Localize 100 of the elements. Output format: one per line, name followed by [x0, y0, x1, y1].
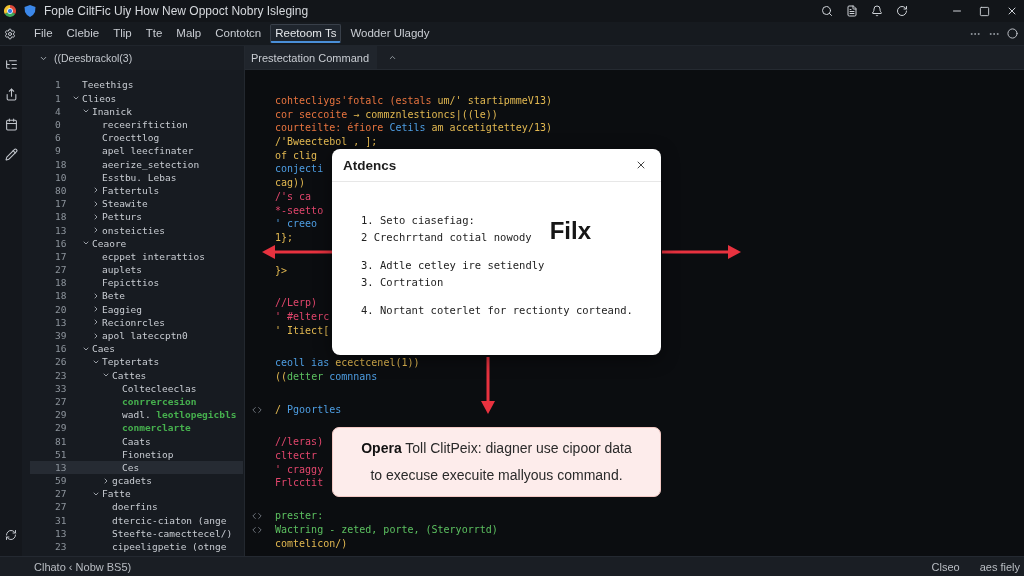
tree-item[interactable]: 0 receeriftiction: [30, 117, 243, 132]
editor-tab[interactable]: Prestectation Command: [245, 46, 377, 69]
chevron-right-icon[interactable]: [92, 186, 100, 195]
share-icon[interactable]: [4, 88, 18, 101]
refresh-icon[interactable]: [5, 529, 17, 541]
line-number: 6: [55, 132, 62, 144]
line-number: 29: [55, 409, 68, 421]
line-number: 39: [55, 330, 68, 342]
maximize-icon[interactable]: [979, 5, 990, 17]
tree-item[interactable]: 59 gcadets: [30, 474, 243, 488]
line-number: 27: [55, 264, 68, 276]
menu-item[interactable]: Malp: [171, 24, 207, 43]
search-icon[interactable]: [821, 5, 833, 17]
code-line: comtelicon/): [275, 536, 348, 551]
tree-item[interactable]: 18 aeerize_setection: [30, 157, 243, 171]
tree-item[interactable]: 4 Inanick: [30, 104, 243, 118]
tree-item[interactable]: 18 Bete: [30, 289, 243, 303]
tree-item[interactable]: 27 auplets: [30, 263, 243, 277]
tree-item[interactable]: 1 Clieos: [30, 91, 243, 105]
menu-item[interactable]: Clebie: [61, 24, 105, 43]
code-line: *-seetto: [275, 203, 324, 218]
code-line: //leras): [275, 435, 324, 450]
bell-icon[interactable]: [871, 5, 883, 17]
tree-item[interactable]: 18 Petturs: [30, 210, 243, 224]
tree-item[interactable]: 10 Esstbu. Lebas: [30, 170, 243, 184]
line-number: 31: [55, 514, 68, 526]
tree-item[interactable]: 23 Cattes: [30, 368, 243, 382]
status-text: aes fiely: [979, 560, 1020, 573]
tree-item[interactable]: 9 apel leecfinater: [30, 144, 243, 158]
code-line: ((detter comnnans: [275, 370, 378, 384]
menu-item[interactable]: Tlip: [108, 24, 137, 43]
tree-item[interactable]: 27 conrrercesion: [30, 394, 243, 409]
code-line: /'Bweectebol , ];: [275, 135, 378, 149]
tree-item[interactable]: 1 Teeethigs: [30, 78, 243, 92]
menu-item[interactable]: Wodder Ulagdy: [345, 24, 435, 43]
code-line: ' #elterc: [275, 309, 330, 324]
menu-item[interactable]: Reetoom Ts: [270, 24, 342, 43]
shield-icon[interactable]: [24, 5, 36, 17]
chevron-right-icon[interactable]: [92, 318, 100, 327]
line-number: 18: [55, 277, 68, 289]
chevron-right-icon[interactable]: [92, 305, 100, 314]
line-number: 29: [55, 422, 68, 434]
chevron-right-icon[interactable]: [92, 226, 100, 235]
tree-item[interactable]: 17 Steawite: [30, 197, 243, 211]
left-arrow: [262, 245, 332, 259]
tree-item[interactable]: 39 apol lateccptn0: [30, 328, 243, 343]
tree-item[interactable]: 16 Ceaore: [30, 236, 243, 250]
code-line: ' Itiect[: [275, 323, 330, 338]
tree-item[interactable]: 81 Caats: [30, 434, 243, 448]
tree-item[interactable]: 13 Recionrcles: [30, 315, 243, 329]
menu-item[interactable]: Contotcn: [210, 24, 267, 43]
dialog-title: Atdencs: [343, 157, 397, 173]
refresh-icon[interactable]: [896, 5, 908, 17]
tree-item[interactable]: 27 doerfins: [30, 500, 243, 514]
tree-item[interactable]: 13 onsteicties: [30, 223, 243, 237]
chevron-right-icon[interactable]: [92, 331, 100, 340]
tree-item[interactable]: 23 cipeeligpetie (otnge: [30, 539, 243, 554]
chevron-right-icon[interactable]: [102, 476, 110, 485]
line-number: 1: [55, 79, 62, 91]
tree-item[interactable]: 13 Ces: [30, 460, 243, 474]
tree-item[interactable]: 17 ecppet interattios: [30, 249, 243, 263]
close-icon[interactable]: [1006, 5, 1018, 17]
pencil-icon[interactable]: [4, 148, 18, 161]
chevron-right-icon[interactable]: [92, 199, 100, 208]
tree-item[interactable]: 26 Teptertats: [30, 355, 243, 369]
tree-item[interactable]: 27 Fatte: [30, 487, 243, 501]
line-number: 1: [55, 92, 62, 104]
menu-item[interactable]: Tte: [140, 24, 168, 43]
tree-item[interactable]: 80 Fattertuls: [30, 183, 243, 198]
calendar-icon[interactable]: [4, 118, 18, 131]
gear-icon[interactable]: [4, 27, 16, 40]
tree-item[interactable]: 29 wadl. leotlopegicbls: [30, 408, 243, 422]
line-number: 80: [55, 185, 68, 196]
tree-item[interactable]: 33 Coltecleeclas: [30, 381, 243, 395]
chevron-right-icon[interactable]: [92, 212, 100, 221]
code-line: /'s ca: [275, 189, 312, 204]
tree-item[interactable]: 13 Steefte-camecttecel/): [30, 526, 243, 540]
tree-item[interactable]: 20 Eaggieg: [30, 302, 243, 316]
chevron-up-icon[interactable]: [388, 53, 397, 62]
code-line: ceoll ias ecectcenel(1)): [275, 356, 420, 370]
document-icon[interactable]: [846, 5, 858, 17]
code-line: Wactring - zeted, porte, (Steryorrtd): [275, 522, 498, 537]
tree-item[interactable]: 6 Croecttlog: [30, 131, 243, 145]
line-number: 16: [55, 343, 68, 355]
tree-item[interactable]: 18 Fepicttios: [30, 276, 243, 290]
line-number: 0: [55, 119, 62, 131]
tree-item[interactable]: 29 conmerclarte: [30, 421, 243, 435]
tree-item[interactable]: 51 Fionetiop: [30, 447, 243, 461]
list-tree-icon[interactable]: [4, 58, 18, 71]
circle-icon[interactable]: [1007, 28, 1018, 39]
line-number: 23: [55, 369, 68, 381]
tree-item[interactable]: 16 Caes: [30, 342, 243, 356]
window-title: Fople CiltFic Uiy How New Oppoct Nobry Isleging: [44, 4, 309, 18]
chevron-right-icon[interactable]: [92, 292, 100, 300]
tree-item[interactable]: 31 dtercic-ciaton (ange: [30, 513, 243, 527]
list-item: 4. Nortant coterlet for rectionty corteand.: [361, 303, 633, 318]
code-line: cag)): [275, 176, 306, 190]
app-logo-icon[interactable]: [4, 5, 16, 17]
line-number: 20: [55, 303, 68, 315]
menu-item[interactable]: File: [29, 24, 58, 43]
